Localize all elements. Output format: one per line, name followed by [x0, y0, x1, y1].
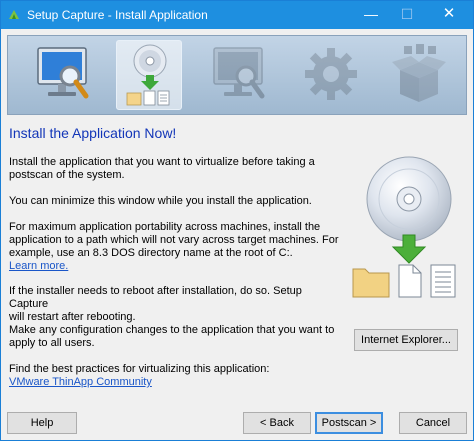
- setup-capture-window: Setup Capture - Install Application — ☐ …: [0, 0, 474, 441]
- text-line: apply to all users.: [9, 337, 95, 349]
- page-heading: Install the Application Now!: [9, 125, 177, 141]
- learn-more-link[interactable]: Learn more.: [9, 260, 68, 272]
- step-prescan: [30, 40, 96, 110]
- internet-explorer-button[interactable]: Internet Explorer...: [354, 329, 458, 351]
- instruction-paragraph-best-practices: Find the best practices for virtualizing…: [9, 363, 339, 389]
- thinapp-community-link[interactable]: VMware ThinApp Community: [9, 376, 152, 388]
- text-line: You can minimize this window while you i…: [9, 195, 312, 207]
- help-button[interactable]: Help: [7, 412, 77, 434]
- instruction-paragraph-configure: Make any configuration changes to the ap…: [9, 324, 339, 350]
- text-line: Find the best practices for virtualizing…: [9, 363, 270, 375]
- maximize-button[interactable]: ☐: [389, 1, 425, 29]
- install-disc-icon: [126, 44, 170, 106]
- window-title: Setup Capture - Install Application: [27, 8, 208, 22]
- monitor-search-icon: [213, 47, 265, 99]
- text-document-icon: [430, 264, 456, 298]
- text-line: Make any configuration changes to the ap…: [9, 324, 335, 336]
- wizard-steps-banner: [7, 35, 467, 115]
- step-build: [386, 40, 452, 110]
- text-line: If the installer needs to reboot after i…: [9, 285, 302, 310]
- gear-icon: [305, 48, 357, 100]
- text-line: example, use an 8.3 DOS directory name a…: [9, 247, 293, 259]
- step-postscan: [206, 40, 272, 110]
- step-configure: [298, 40, 364, 110]
- monitor-search-icon: [37, 47, 89, 99]
- instruction-paragraph-portability: For maximum application portability acro…: [9, 221, 339, 273]
- text-line: will restart after rebooting.: [9, 311, 136, 323]
- close-button[interactable]: ✕: [431, 1, 467, 29]
- cancel-button[interactable]: Cancel: [399, 412, 467, 434]
- back-button[interactable]: < Back: [243, 412, 311, 434]
- instruction-paragraph-reboot: If the installer needs to reboot after i…: [9, 285, 339, 324]
- instruction-paragraph-minimize: You can minimize this window while you i…: [9, 195, 339, 208]
- package-icon: [392, 44, 446, 102]
- title-bar[interactable]: Setup Capture - Install Application — ☐ …: [1, 1, 473, 29]
- text-line: application to a path which will not var…: [9, 234, 339, 246]
- text-line: Install the application that you want to…: [9, 156, 315, 168]
- folder-icon: [352, 268, 390, 298]
- instruction-paragraph-install: Install the application that you want to…: [9, 156, 339, 182]
- document-icon: [398, 264, 422, 298]
- cd-disc-icon: [366, 156, 452, 242]
- minimize-button[interactable]: —: [353, 1, 389, 29]
- text-line: postscan of the system.: [9, 169, 125, 181]
- postscan-button[interactable]: Postscan >: [315, 412, 383, 434]
- thinapp-logo-icon: [9, 10, 19, 19]
- text-line: For maximum application portability acro…: [9, 221, 321, 233]
- install-illustration: [352, 156, 456, 298]
- step-install: [116, 40, 182, 110]
